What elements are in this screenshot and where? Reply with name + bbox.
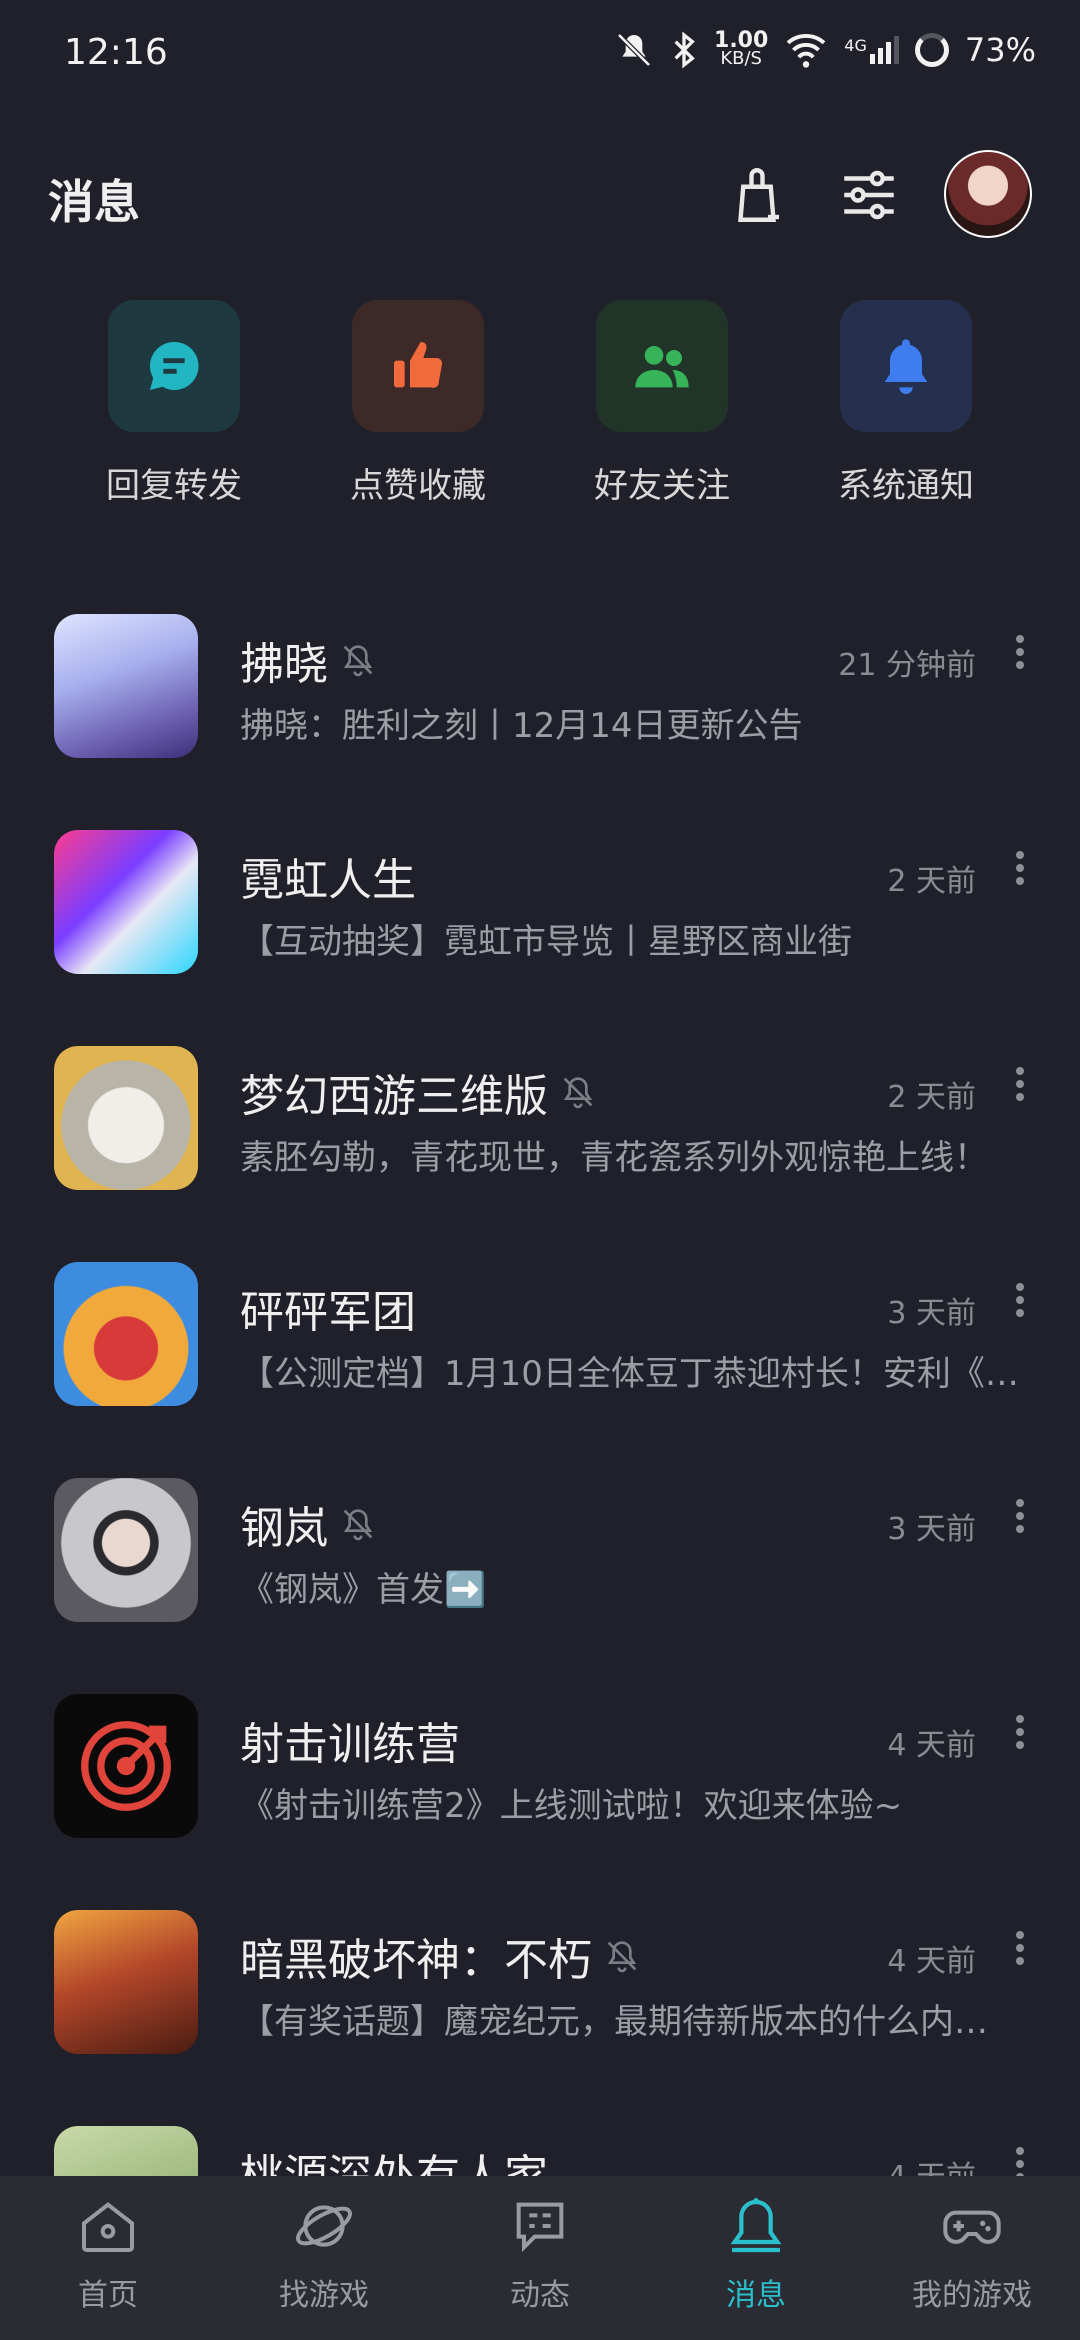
- message-preview: 《钢岚》首发➡️: [240, 1570, 487, 1610]
- header: 消息: [0, 150, 1080, 250]
- message-preview: 【互动抽奖】霓虹市导览丨星野区商业街: [240, 922, 852, 962]
- list-item[interactable]: 拂晓 拂晓：胜利之刻丨12月14日更新公告 21 分钟前: [0, 600, 1080, 816]
- category-label: 系统通知: [838, 466, 974, 506]
- list-item[interactable]: 暗黑破坏神：不朽 【有奖话题】魔宠纪元，最期待新版本的什么内… 4 天前: [0, 1896, 1080, 2112]
- net-speed: 1.00 KB/S: [714, 28, 769, 69]
- game-icon-pengpeng: [54, 1262, 198, 1406]
- message-preview: 《射击训练营2》上线测试啦！欢迎来体验~: [240, 1786, 903, 1826]
- message-time: 21 分钟前: [838, 648, 976, 683]
- bell-icon: [840, 300, 972, 432]
- muted-bell-icon: [343, 1509, 373, 1541]
- game-icon-shooting-camp: [54, 1694, 198, 1838]
- list-item[interactable]: 砰砰军团 【公测定档】1月10日全体豆丁恭迎村长！安利《… 3 天前: [0, 1248, 1080, 1464]
- conversation-name: 拂晓: [240, 639, 328, 690]
- thumbs-up-icon: [352, 300, 484, 432]
- signal-icon: 4G: [844, 36, 899, 64]
- nav-label: 动态: [510, 2278, 570, 2313]
- muted-bell-icon: [607, 1941, 637, 1973]
- message-preview: 【有奖话题】魔宠纪元，最期待新版本的什么内…: [240, 2002, 988, 2042]
- filter-settings-icon[interactable]: [836, 162, 902, 228]
- nav-label: 消息: [726, 2278, 786, 2313]
- message-time: 2 天前: [887, 864, 976, 899]
- message-preview: 素胚勾勒，青花现世，青花瓷系列外观惊艳上线！: [240, 1138, 988, 1178]
- muted-bell-icon: [343, 645, 373, 677]
- conversation-name: 暗黑破坏神：不朽: [240, 1935, 592, 1986]
- category-friends-follow[interactable]: 好友关注: [552, 300, 772, 507]
- nav-my-games[interactable]: 我的游戏: [864, 2194, 1080, 2314]
- chat-icon: [108, 300, 240, 432]
- message-time: 2 天前: [887, 1080, 976, 1115]
- bottom-nav: 首页 找游戏 动态 消息 我的游戏: [0, 2176, 1080, 2340]
- message-preview: 拂晓：胜利之刻丨12月14日更新公告: [240, 706, 803, 746]
- list-item[interactable]: 梦幻西游三维版 素胚勾勒，青花现世，青花瓷系列外观惊艳上线！ 2 天前: [0, 1032, 1080, 1248]
- conversation-name: 梦幻西游三维版: [240, 1071, 548, 1122]
- message-time: 3 天前: [887, 1512, 976, 1547]
- wifi-icon: [786, 33, 826, 68]
- feed-icon: [516, 2202, 564, 2253]
- nav-find-games[interactable]: 找游戏: [216, 2194, 432, 2314]
- more-options-icon[interactable]: [1010, 1494, 1030, 1544]
- message-preview: 【公测定档】1月10日全体豆丁恭迎村长！安利《…: [240, 1354, 1019, 1394]
- message-time: 4 天前: [887, 1728, 976, 1763]
- nav-label: 首页: [78, 2278, 138, 2313]
- conversation-name: 钢岚: [240, 1503, 328, 1554]
- message-bell-icon: [730, 2198, 782, 2253]
- category-label: 回复转发: [106, 466, 242, 506]
- planet-icon: [296, 2205, 352, 2247]
- friends-icon: [596, 300, 728, 432]
- muted-bell-icon: [563, 1077, 593, 1109]
- conversation-name: 砰砰军团: [240, 1287, 416, 1338]
- clean-icon[interactable]: [724, 162, 790, 228]
- user-avatar[interactable]: [944, 150, 1032, 238]
- target-icon: [81, 1721, 171, 1811]
- category-system-notice[interactable]: 系统通知: [796, 300, 1016, 507]
- game-icon-diablo-immortal: [54, 1910, 198, 2054]
- message-time: 4 天前: [887, 1944, 976, 1979]
- nav-home[interactable]: 首页: [0, 2194, 216, 2314]
- page-title: 消息: [48, 175, 140, 229]
- game-icon-neon-life: [54, 830, 198, 974]
- list-item[interactable]: 钢岚 《钢岚》首发➡️ 3 天前: [0, 1464, 1080, 1680]
- status-bar: 12:16 1.00 KB/S 4G 73%: [0, 0, 1080, 110]
- message-time: 3 天前: [887, 1296, 976, 1331]
- more-options-icon[interactable]: [1010, 846, 1030, 896]
- battery-level: 73%: [964, 31, 1036, 69]
- battery-icon: [914, 33, 949, 67]
- bluetooth-icon: [674, 31, 695, 69]
- nav-label: 找游戏: [279, 2278, 369, 2313]
- category-reply-forward[interactable]: 回复转发: [64, 300, 284, 507]
- home-icon: [82, 2202, 134, 2252]
- conversation-name: 霓虹人生: [240, 855, 416, 906]
- more-options-icon[interactable]: [1010, 1278, 1030, 1328]
- nav-label: 我的游戏: [912, 2278, 1032, 2313]
- category-label: 点赞收藏: [350, 466, 486, 506]
- category-label: 好友关注: [594, 466, 730, 506]
- more-options-icon[interactable]: [1010, 1926, 1030, 1976]
- category-likes-favorites[interactable]: 点赞收藏: [308, 300, 528, 507]
- game-icon-fuxiao: [54, 614, 198, 758]
- category-shortcuts: 回复转发 点赞收藏 好友关注 系统通知: [0, 300, 1080, 520]
- list-item[interactable]: 射击训练营 《射击训练营2》上线测试啦！欢迎来体验~ 4 天前: [0, 1680, 1080, 1896]
- nav-feed[interactable]: 动态: [432, 2194, 648, 2314]
- more-options-icon[interactable]: [1010, 1710, 1030, 1760]
- more-options-icon[interactable]: [1010, 1062, 1030, 1112]
- status-icons: 1.00 KB/S 4G 73%: [614, 30, 1036, 70]
- list-item[interactable]: 霓虹人生 【互动抽奖】霓虹市导览丨星野区商业街 2 天前: [0, 816, 1080, 1032]
- mute-icon: [617, 33, 651, 67]
- game-icon-ganglan: [54, 1478, 198, 1622]
- conversation-name: 射击训练营: [240, 1719, 460, 1770]
- game-icon-menghuan: [54, 1046, 198, 1190]
- gamepad-icon: [943, 2210, 1001, 2244]
- more-options-icon[interactable]: [1010, 630, 1030, 680]
- nav-messages[interactable]: 消息: [648, 2194, 864, 2314]
